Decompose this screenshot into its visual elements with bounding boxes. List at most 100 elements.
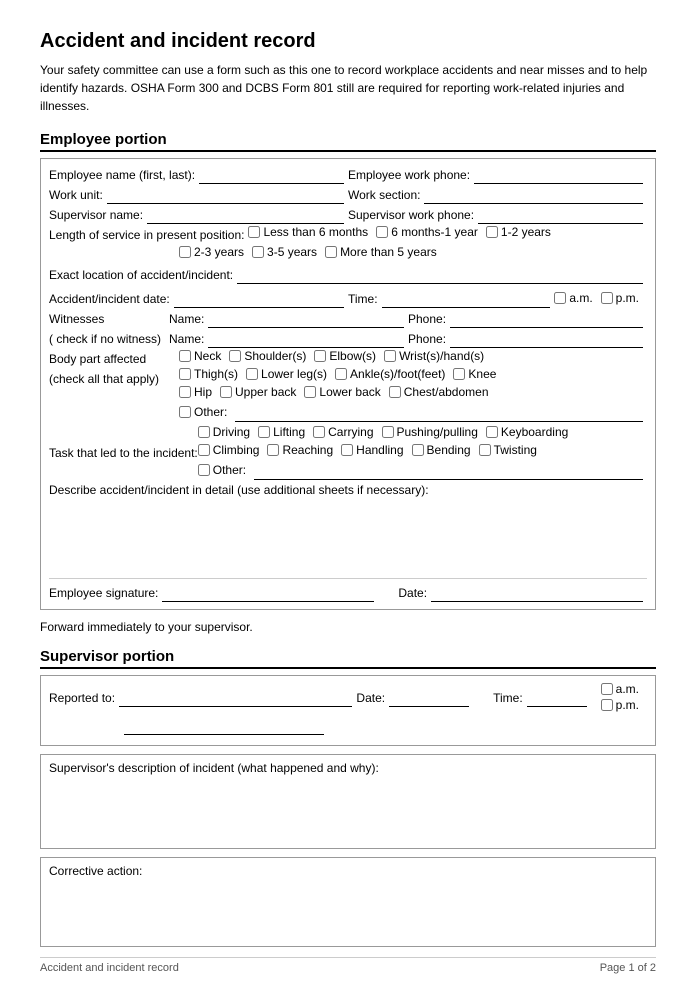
service-less-6mo-label: Less than 6 months xyxy=(263,225,368,239)
witness2-name-field[interactable] xyxy=(208,330,404,348)
exact-location-field[interactable] xyxy=(237,266,643,284)
reported-to-field2[interactable] xyxy=(124,717,324,735)
cb-pm[interactable] xyxy=(601,292,613,304)
witness1-name-field[interactable] xyxy=(208,310,404,328)
work-unit-field[interactable] xyxy=(107,186,344,204)
service-2-3yr-label: 2-3 years xyxy=(194,245,244,259)
bp-knee[interactable]: Knee xyxy=(453,367,496,381)
witness2-phone-field[interactable] xyxy=(450,330,643,348)
cb-2-3yr[interactable] xyxy=(179,246,191,258)
row-date-time: Accident/incident date: Time: a.m. p.m. xyxy=(49,289,647,309)
row-unit-section: Work unit: Work section: xyxy=(49,185,647,205)
task-climbing[interactable]: Climbing xyxy=(198,443,260,457)
sup-time-field[interactable] xyxy=(527,689,587,707)
employee-form-box: Employee name (first, last): Employee wo… xyxy=(40,158,656,610)
sup-am-checkbox[interactable]: a.m. xyxy=(601,682,639,696)
time-field[interactable] xyxy=(382,290,551,308)
describe-label: Describe accident/incident in detail (us… xyxy=(49,483,429,497)
supervisor-reported-box: Reported to: Date: Time: a.m. p.m. xyxy=(40,675,656,746)
row-signature: Employee signature: Date: xyxy=(49,578,647,603)
bp-neck[interactable]: Neck xyxy=(179,349,221,363)
cb-less-6mo[interactable] xyxy=(248,226,260,238)
bp-other-field[interactable] xyxy=(235,404,643,422)
service-more-5yr[interactable]: More than 5 years xyxy=(325,245,437,259)
witness1-phone-field[interactable] xyxy=(450,310,643,328)
footer-left: Accident and incident record xyxy=(40,962,179,974)
employee-sig-label: Employee signature: xyxy=(49,583,158,603)
bp-hip[interactable]: Hip xyxy=(179,385,212,399)
cb-3-5yr[interactable] xyxy=(252,246,264,258)
length-service-label: Length of service in present position: xyxy=(49,225,244,245)
row-reported: Reported to: Date: Time: a.m. p.m. xyxy=(49,682,647,714)
bp-lower-leg[interactable]: Lower leg(s) xyxy=(246,367,327,381)
bp-shoulders[interactable]: Shoulder(s) xyxy=(229,349,306,363)
witness1-phone-label: Phone: xyxy=(408,309,446,329)
task-lifting[interactable]: Lifting xyxy=(258,425,305,439)
am-checkbox[interactable]: a.m. xyxy=(554,291,592,305)
bp-chest[interactable]: Chest/abdomen xyxy=(389,385,489,399)
service-2-3yr[interactable]: 2-3 years xyxy=(179,245,244,259)
sup-date-field[interactable] xyxy=(389,689,469,707)
exact-location-label: Exact location of accident/incident: xyxy=(49,265,233,285)
page-title: Accident and incident record xyxy=(40,30,656,53)
service-less-6mo[interactable]: Less than 6 months xyxy=(248,225,368,239)
service-6mo-1yr[interactable]: 6 months-1 year xyxy=(376,225,478,239)
service-1-2yr[interactable]: 1-2 years xyxy=(486,225,551,239)
service-3-5yr[interactable]: 3-5 years xyxy=(252,245,317,259)
employee-work-phone-field[interactable] xyxy=(474,166,643,184)
bp-ankle[interactable]: Ankle(s)/foot(feet) xyxy=(335,367,445,381)
cb-sup-am[interactable] xyxy=(601,683,613,695)
bp-elbows[interactable]: Elbow(s) xyxy=(314,349,376,363)
employee-name-field[interactable] xyxy=(199,166,344,184)
bp-lower-back[interactable]: Lower back xyxy=(304,385,380,399)
row-corrective-label: Corrective action: xyxy=(49,864,647,878)
task-keyboarding[interactable]: Keyboarding xyxy=(486,425,568,439)
employee-name-label: Employee name (first, last): xyxy=(49,165,195,185)
sup-pm-checkbox[interactable]: p.m. xyxy=(601,698,639,712)
task-pushing[interactable]: Pushing/pulling xyxy=(382,425,478,439)
work-unit-label: Work unit: xyxy=(49,185,103,205)
row-witnesses-1: Witnesses Name: Phone: xyxy=(49,309,647,329)
cb-1-2yr[interactable] xyxy=(486,226,498,238)
pm-checkbox[interactable]: p.m. xyxy=(601,291,639,305)
task-driving[interactable]: Driving xyxy=(198,425,250,439)
task-handling[interactable]: Handling xyxy=(341,443,403,457)
bp-wrists[interactable]: Wrist(s)/hand(s) xyxy=(384,349,484,363)
accident-date-field[interactable] xyxy=(174,290,344,308)
row-location: Exact location of accident/incident: xyxy=(49,265,647,285)
reported-to-label: Reported to: xyxy=(49,688,115,708)
reported-to-field[interactable] xyxy=(119,689,352,707)
bp-other[interactable]: Other: xyxy=(179,403,227,421)
supervisor-name-field[interactable] xyxy=(147,206,344,224)
describe-textarea[interactable] xyxy=(49,501,647,571)
row-body-parts: Body part affected (check all that apply… xyxy=(49,349,647,423)
task-carrying[interactable]: Carrying xyxy=(313,425,373,439)
cb-sup-pm[interactable] xyxy=(601,699,613,711)
cb-6mo-1yr[interactable] xyxy=(376,226,388,238)
task-bending[interactable]: Bending xyxy=(412,443,471,457)
sup-date-label: Date: xyxy=(356,688,385,708)
employee-sig-field[interactable] xyxy=(162,584,374,602)
task-twisting[interactable]: Twisting xyxy=(479,443,537,457)
cb-more-5yr[interactable] xyxy=(325,246,337,258)
row-service: Length of service in present position: L… xyxy=(49,225,647,261)
supervisor-section-heading: Supervisor portion xyxy=(40,648,656,669)
service-1-2yr-label: 1-2 years xyxy=(501,225,551,239)
work-section-field[interactable] xyxy=(424,186,643,204)
row-witnesses-2: ( check if no witness) Name: Phone: xyxy=(49,329,647,349)
cb-am[interactable] xyxy=(554,292,566,304)
row-sup-desc-label: Supervisor's description of incident (wh… xyxy=(49,761,647,775)
row-tasks: Task that led to the incident: Driving L… xyxy=(49,425,647,481)
sup-desc-textarea[interactable] xyxy=(49,779,647,839)
check-if-no-label: ( check if no witness) xyxy=(49,329,169,349)
bp-thighs[interactable]: Thigh(s) xyxy=(179,367,238,381)
witness2-name-label: Name: xyxy=(169,329,204,349)
task-other-field[interactable] xyxy=(254,462,643,480)
task-reaching[interactable]: Reaching xyxy=(267,443,333,457)
bp-upper-back[interactable]: Upper back xyxy=(220,385,296,399)
date-field[interactable] xyxy=(431,584,643,602)
sup-desc-label: Supervisor's description of incident (wh… xyxy=(49,761,379,775)
task-other[interactable]: Other: xyxy=(198,461,246,479)
supervisor-work-phone-field[interactable] xyxy=(478,206,643,224)
witness2-phone-label: Phone: xyxy=(408,329,446,349)
